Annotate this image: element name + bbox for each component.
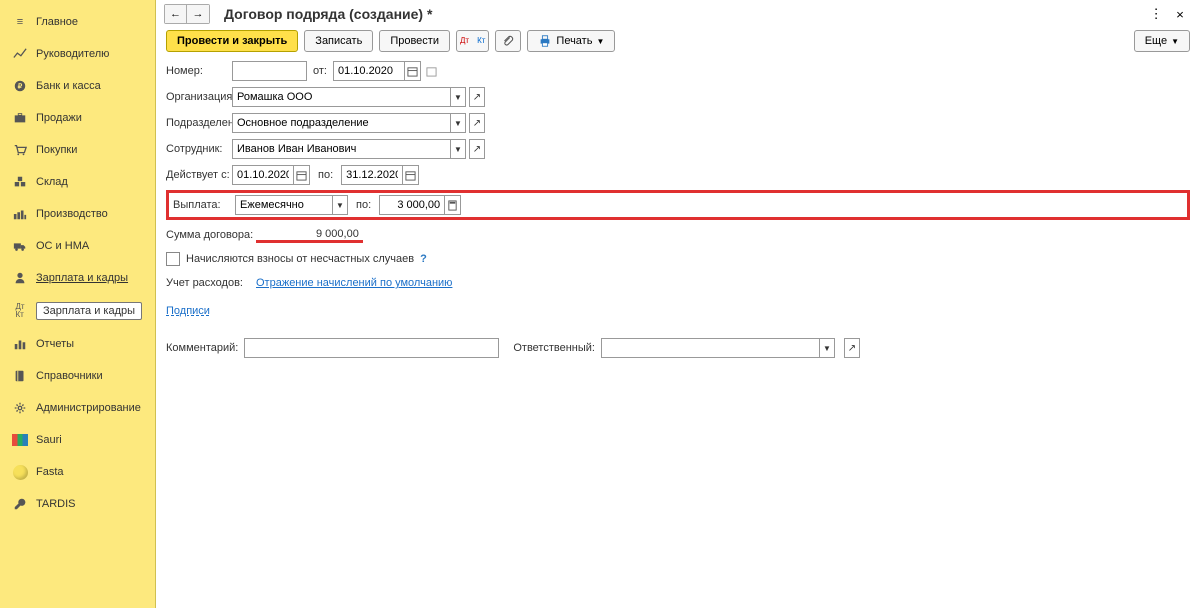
dtkt-button[interactable]: ДтКт: [456, 30, 489, 52]
nav-sales[interactable]: Продажи: [0, 102, 155, 134]
dept-dropdown[interactable]: ▼: [450, 113, 466, 133]
nav-main[interactable]: ≡Главное: [0, 6, 155, 38]
emp-label: Сотрудник:: [166, 143, 232, 155]
org-dropdown[interactable]: ▼: [450, 87, 466, 107]
responsible-label: Ответственный:: [513, 342, 595, 354]
nav-reports[interactable]: Отчеты: [0, 328, 155, 360]
print-button[interactable]: Печать▼: [527, 30, 615, 52]
payment-label: Выплата:: [173, 199, 235, 211]
post-button[interactable]: Провести: [379, 30, 450, 52]
chart-icon: [12, 336, 28, 352]
valid-label: Действует с:: [166, 169, 232, 181]
valid-to-calendar-icon[interactable]: [403, 165, 419, 185]
blank-ext[interactable]: [424, 61, 440, 81]
dept-input[interactable]: [232, 113, 450, 133]
trend-icon: [12, 46, 28, 62]
valid-to-label: по:: [318, 169, 333, 181]
emp-open[interactable]: ↗: [469, 139, 485, 159]
number-input[interactable]: [232, 61, 307, 81]
dept-open[interactable]: ↗: [469, 113, 485, 133]
cart-icon: [12, 142, 28, 158]
nav-admin[interactable]: Администрирование: [0, 392, 155, 424]
nav-tardis[interactable]: TARDIS: [0, 488, 155, 520]
nav-salary[interactable]: Зарплата и кадры: [0, 262, 155, 294]
accident-checkbox[interactable]: [166, 252, 180, 266]
wrench-icon: [12, 496, 28, 512]
org-input[interactable]: [232, 87, 450, 107]
dept-label: Подразделение:: [166, 117, 232, 129]
nav-arrows: ← →: [164, 4, 210, 24]
fasta-icon: [12, 464, 28, 480]
emp-input[interactable]: [232, 139, 450, 159]
comment-input[interactable]: [244, 338, 499, 358]
ruble-icon: ₽: [12, 78, 28, 94]
expense-link[interactable]: Отражение начислений по умолчанию: [256, 277, 452, 289]
kebab-icon[interactable]: ⋮: [1146, 5, 1166, 23]
titlebar: ← → Договор подряда (создание) * ⋮ ×: [156, 0, 1200, 26]
payment-amount-input[interactable]: [379, 195, 445, 215]
person-icon: [12, 270, 28, 286]
payment-dropdown[interactable]: ▼: [332, 195, 348, 215]
nav-purchases[interactable]: Покупки: [0, 134, 155, 166]
boxes-icon: [12, 174, 28, 190]
main: ← → Договор подряда (создание) * ⋮ × Про…: [156, 0, 1200, 608]
attach-button[interactable]: [495, 30, 521, 52]
nav-manager[interactable]: Руководителю: [0, 38, 155, 70]
page-title: Договор подряда (создание) *: [224, 6, 432, 22]
comment-label: Комментарий:: [166, 342, 238, 354]
help-icon[interactable]: ?: [420, 253, 427, 265]
gear-icon: [12, 400, 28, 416]
sum-label: Сумма договора:: [166, 229, 256, 241]
sidebar: ≡Главное Руководителю ₽Банк и касса Прод…: [0, 0, 156, 608]
svg-text:₽: ₽: [18, 83, 23, 91]
dk-icon: ДтКт: [12, 303, 28, 319]
highlighted-payment-row: Выплата: ▼ по:: [166, 190, 1190, 220]
accident-row: Начисляются взносы от несчастных случаев…: [166, 252, 1190, 266]
nav-back-button[interactable]: ←: [165, 5, 187, 23]
valid-from-input[interactable]: [232, 165, 294, 185]
expense-label: Учет расходов:: [166, 277, 256, 289]
payment-select[interactable]: [235, 195, 332, 215]
sauri-icon: [12, 432, 28, 448]
accident-label: Начисляются взносы от несчастных случаев: [186, 253, 414, 265]
nav-bank[interactable]: ₽Банк и касса: [0, 70, 155, 102]
calendar-icon[interactable]: [405, 61, 421, 81]
org-open[interactable]: ↗: [469, 87, 485, 107]
emp-dropdown[interactable]: ▼: [450, 139, 466, 159]
nav-forward-button[interactable]: →: [187, 5, 209, 23]
save-button[interactable]: Записать: [304, 30, 373, 52]
date-input[interactable]: [333, 61, 405, 81]
sum-value: 9 000,00: [256, 228, 363, 243]
valid-to-input[interactable]: [341, 165, 403, 185]
nav-refs[interactable]: Справочники: [0, 360, 155, 392]
factory-icon: [12, 206, 28, 222]
nav-production[interactable]: Производство: [0, 198, 155, 230]
responsible-dropdown[interactable]: ▼: [819, 338, 835, 358]
responsible-open[interactable]: ↗: [844, 338, 860, 358]
menu-icon: ≡: [12, 14, 28, 30]
calc-icon[interactable]: [445, 195, 461, 215]
more-button[interactable]: Еще ▼: [1134, 30, 1190, 52]
nav-fasta[interactable]: Fasta: [0, 456, 155, 488]
nav-assets[interactable]: ОС и НМА: [0, 230, 155, 262]
briefcase-icon: [12, 110, 28, 126]
from-label: от:: [313, 65, 327, 77]
number-label: Номер:: [166, 65, 232, 77]
book-icon: [12, 368, 28, 384]
close-icon[interactable]: ×: [1170, 5, 1190, 23]
toolbar: Провести и закрыть Записать Провести ДтК…: [156, 26, 1200, 56]
truck-icon: [12, 238, 28, 254]
payment-by-label: по:: [356, 199, 371, 211]
responsible-input[interactable]: [601, 338, 819, 358]
post-close-button[interactable]: Провести и закрыть: [166, 30, 298, 52]
org-label: Организация:: [166, 91, 232, 103]
signatures-link[interactable]: Подписи: [166, 305, 210, 317]
nav-sauri[interactable]: Sauri: [0, 424, 155, 456]
nav-warehouse[interactable]: Склад: [0, 166, 155, 198]
nav-salary-2[interactable]: ДтКтЗарплата и кадры: [0, 294, 155, 328]
form: Номер: от: Организация: ▼ ↗ Подразделени…: [156, 56, 1200, 362]
valid-from-calendar-icon[interactable]: [294, 165, 310, 185]
